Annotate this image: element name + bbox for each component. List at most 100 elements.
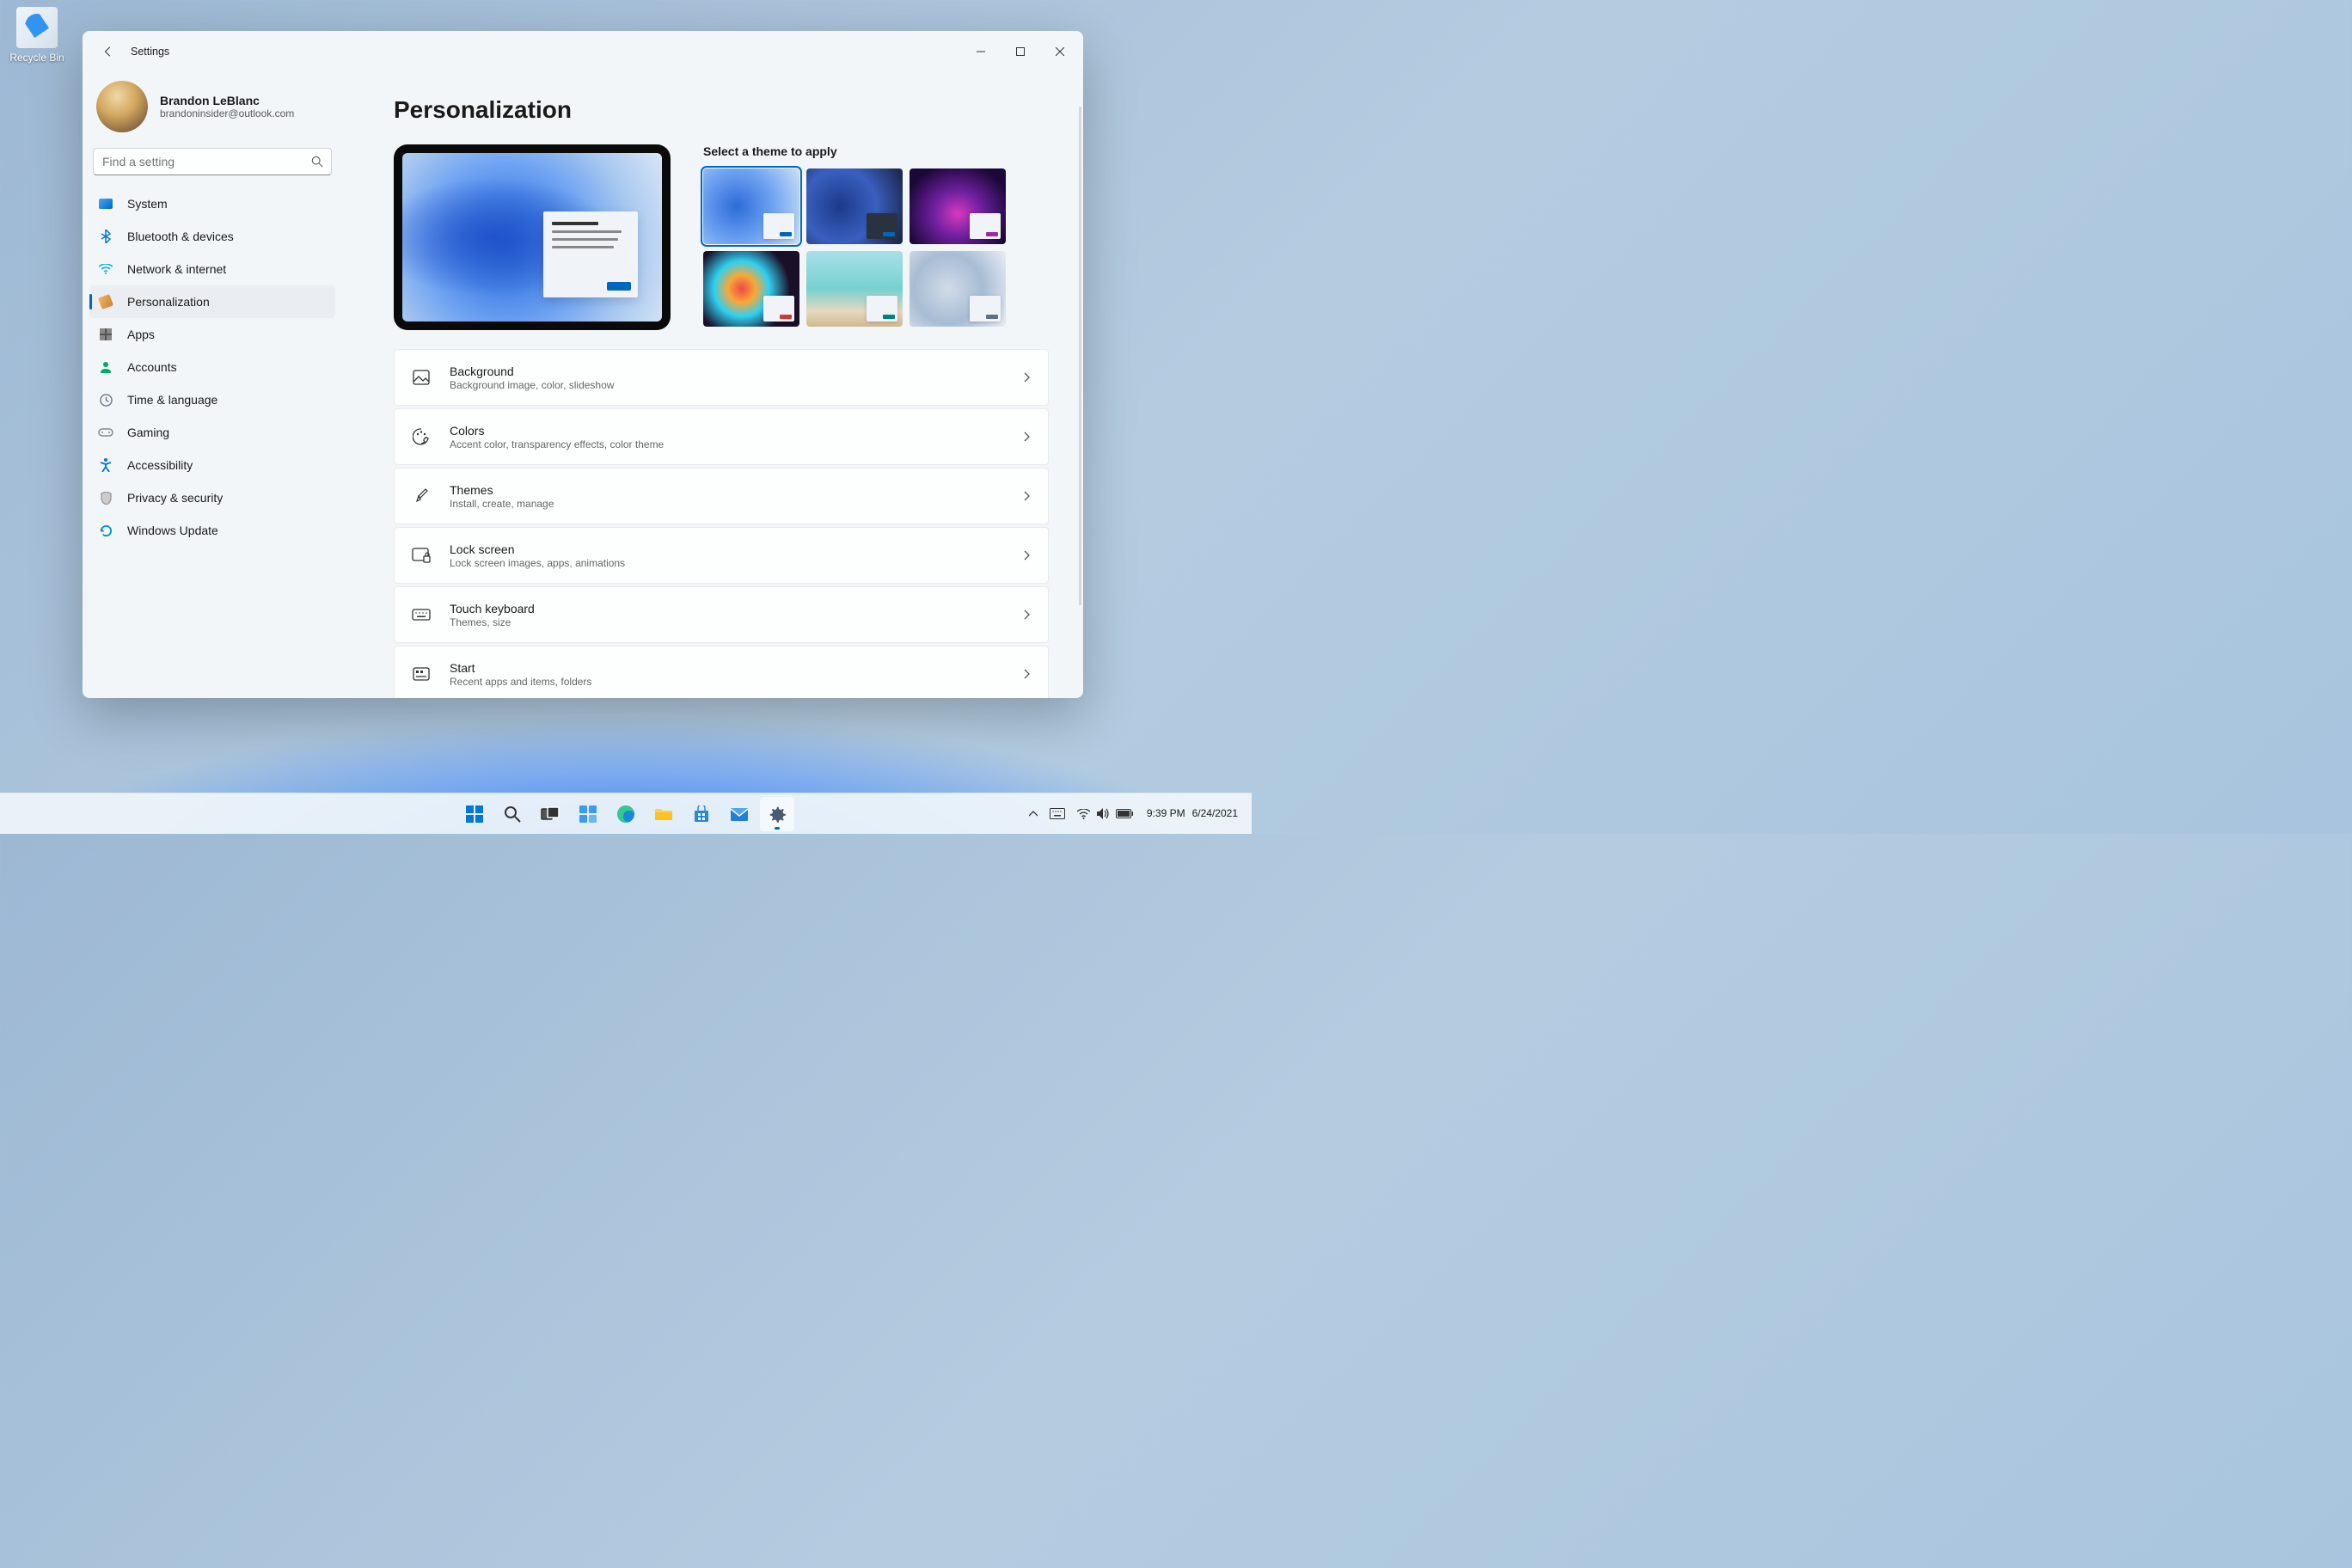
nav-bluetooth[interactable]: Bluetooth & devices	[89, 220, 335, 253]
nav-label: Time & language	[127, 393, 217, 407]
start-button[interactable]	[457, 797, 492, 831]
accessibility-icon	[98, 457, 113, 473]
update-icon	[98, 523, 113, 538]
theme-option-sunrise[interactable]	[806, 251, 903, 327]
row-start[interactable]: StartRecent apps and items, folders	[394, 646, 1049, 698]
row-background[interactable]: BackgroundBackground image, color, slide…	[394, 349, 1049, 406]
recycle-bin-icon	[16, 7, 58, 48]
recycle-bin-label: Recycle Bin	[9, 52, 64, 64]
wifi-icon	[98, 261, 113, 277]
nav-privacy[interactable]: Privacy & security	[89, 481, 335, 514]
row-desc: Themes, size	[450, 616, 1005, 628]
theme-grid	[703, 168, 1049, 327]
row-lockscreen[interactable]: Lock screenLock screen images, apps, ani…	[394, 527, 1049, 584]
nav-label: Windows Update	[127, 524, 218, 537]
clock[interactable]: 9:39 PM 6/24/2021	[1140, 804, 1245, 824]
row-touchkeyboard[interactable]: Touch keyboardThemes, size	[394, 586, 1049, 643]
search-input[interactable]	[93, 148, 332, 175]
apps-icon	[98, 327, 113, 342]
brush-icon	[412, 487, 431, 505]
user-name: Brandon LeBlanc	[160, 94, 294, 107]
mail-app[interactable]	[722, 797, 756, 831]
nav-label: Privacy & security	[127, 491, 223, 505]
search-container	[93, 148, 332, 175]
row-colors[interactable]: ColorsAccent color, transparency effects…	[394, 408, 1049, 465]
tray-network-volume-battery[interactable]	[1072, 805, 1138, 823]
gamepad-icon	[98, 425, 113, 440]
sidebar: Brandon LeBlanc brandoninsider@outlook.c…	[83, 72, 342, 698]
chevron-right-icon	[1024, 550, 1031, 560]
row-desc: Recent apps and items, folders	[450, 676, 1005, 688]
user-profile[interactable]: Brandon LeBlanc brandoninsider@outlook.c…	[89, 72, 335, 148]
clock-date: 6/24/2021	[1192, 807, 1238, 820]
minimize-button[interactable]	[961, 38, 1001, 65]
tray-input-indicator[interactable]	[1044, 805, 1070, 823]
user-email: brandoninsider@outlook.com	[160, 107, 294, 119]
row-desc: Background image, color, slideshow	[450, 379, 1005, 391]
back-button[interactable]	[96, 40, 120, 64]
chevron-right-icon	[1024, 372, 1031, 383]
clock-icon	[98, 392, 113, 407]
theme-option-windows-light[interactable]	[703, 168, 799, 244]
nav-label: Apps	[127, 328, 155, 341]
row-title: Colors	[450, 424, 1005, 438]
nav-list: System Bluetooth & devices Network & int…	[89, 187, 335, 547]
nav-accounts[interactable]: Accounts	[89, 351, 335, 383]
theme-option-glow[interactable]	[910, 168, 1006, 244]
main-content: Personalization Select a theme to apply	[342, 72, 1083, 698]
file-explorer-app[interactable]	[646, 797, 681, 831]
nav-apps[interactable]: Apps	[89, 318, 335, 351]
titlebar: Settings	[83, 31, 1083, 72]
display-icon	[99, 199, 113, 209]
search-icon	[311, 156, 323, 168]
nav-label: Accounts	[127, 360, 177, 374]
avatar	[96, 81, 148, 132]
task-view-button[interactable]	[533, 797, 567, 831]
nav-accessibility[interactable]: Accessibility	[89, 449, 335, 481]
palette-icon	[412, 427, 431, 446]
keyboard-icon	[412, 605, 431, 624]
theme-option-captured-motion[interactable]	[703, 251, 799, 327]
nav-label: Network & internet	[127, 262, 226, 276]
nav-label: Gaming	[127, 426, 169, 439]
theme-option-flow[interactable]	[910, 251, 1006, 327]
row-title: Themes	[450, 483, 1005, 497]
row-title: Background	[450, 364, 1005, 378]
widgets-button[interactable]	[571, 797, 605, 831]
scrollbar[interactable]	[1079, 107, 1081, 605]
nav-label: System	[127, 197, 168, 211]
wifi-icon	[1077, 809, 1090, 819]
nav-personalization[interactable]: Personalization	[89, 285, 335, 318]
clock-time: 9:39 PM	[1147, 807, 1185, 820]
page-heading: Personalization	[394, 96, 1049, 124]
nav-system[interactable]: System	[89, 187, 335, 220]
row-themes[interactable]: ThemesInstall, create, manage	[394, 468, 1049, 524]
lockscreen-icon	[412, 546, 431, 565]
theme-option-windows-dark[interactable]	[806, 168, 903, 244]
close-button[interactable]	[1040, 38, 1080, 65]
store-app[interactable]	[684, 797, 719, 831]
nav-update[interactable]: Windows Update	[89, 514, 335, 547]
nav-label: Personalization	[127, 295, 210, 309]
taskbar: 9:39 PM 6/24/2021	[0, 793, 1252, 834]
nav-label: Bluetooth & devices	[127, 230, 234, 243]
chevron-right-icon	[1024, 432, 1031, 442]
edge-app[interactable]	[609, 797, 643, 831]
settings-app[interactable]	[760, 797, 794, 831]
settings-list: BackgroundBackground image, color, slide…	[394, 349, 1049, 698]
person-icon	[98, 359, 113, 375]
maximize-button[interactable]	[1001, 38, 1040, 65]
battery-icon	[1116, 809, 1133, 818]
recycle-bin[interactable]: Recycle Bin	[7, 7, 67, 65]
search-button[interactable]	[495, 797, 530, 831]
tray-overflow-button[interactable]	[1024, 807, 1043, 821]
preview-window-tile	[543, 211, 638, 297]
row-title: Touch keyboard	[450, 602, 1005, 616]
nav-network[interactable]: Network & internet	[89, 253, 335, 285]
theme-section-label: Select a theme to apply	[703, 144, 1049, 158]
picture-icon	[412, 368, 431, 387]
nav-gaming[interactable]: Gaming	[89, 416, 335, 449]
nav-time[interactable]: Time & language	[89, 383, 335, 416]
row-title: Start	[450, 661, 1005, 675]
window-title: Settings	[131, 46, 169, 58]
